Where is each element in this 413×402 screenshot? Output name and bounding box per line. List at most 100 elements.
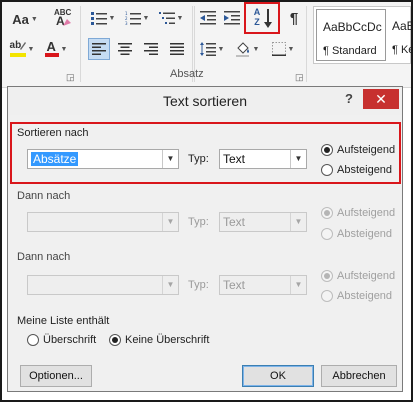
- radio-indicator: [321, 290, 333, 302]
- radio-label: Absteigend: [337, 290, 393, 302]
- paragraph-group-launcher[interactable]: ◲: [295, 72, 304, 83]
- chevron-down-icon: ▼: [287, 45, 295, 53]
- sort-by-descending-radio[interactable]: Absteigend: [321, 164, 392, 176]
- radio-label: Keine Überschrift: [125, 334, 210, 346]
- then-by-2-type-select[interactable]: Text ▼: [219, 275, 307, 295]
- radio-indicator: [321, 164, 333, 176]
- align-left-button[interactable]: [88, 38, 110, 60]
- then-by-label-1: Dann nach: [17, 190, 71, 202]
- chevron-down-icon: ▼: [162, 213, 178, 231]
- style-sample: AaBbCcDc: [323, 20, 382, 34]
- paragraph-group-label: Absatz: [170, 68, 204, 80]
- justify-button[interactable]: [166, 38, 188, 60]
- radio-label: Aufsteigend: [337, 144, 396, 156]
- highlighter-icon: ab: [9, 40, 26, 58]
- font-color-icon: A: [44, 39, 59, 58]
- then-by-2-field-select[interactable]: ▼: [27, 275, 179, 295]
- style-no-spacing[interactable]: AaB ¶ Ke: [388, 9, 412, 61]
- sort-button-highlight: [244, 2, 280, 34]
- numbering-button[interactable]: 1 2 3 ▼: [122, 8, 152, 28]
- options-button[interactable]: Optionen...: [20, 365, 92, 387]
- sort-by-type-select[interactable]: Text ▼: [219, 149, 307, 169]
- align-right-icon: [144, 43, 158, 55]
- decrease-indent-icon: [200, 11, 216, 25]
- then-by-1-type-value: Text: [223, 215, 246, 229]
- multilevel-list-icon: [158, 12, 175, 24]
- radio-label: Überschrift: [43, 334, 97, 346]
- ok-button[interactable]: OK: [242, 365, 314, 387]
- font-size-label: Aa: [12, 11, 29, 27]
- bullets-icon: [90, 12, 107, 25]
- chevron-down-icon: ▼: [162, 150, 178, 168]
- chevron-down-icon: ▼: [176, 14, 184, 22]
- sort-by-value: Absätze: [31, 152, 79, 166]
- shading-button[interactable]: ▼: [232, 38, 262, 60]
- font-color-button[interactable]: A ▼: [42, 38, 70, 60]
- chevron-down-icon: ▼: [27, 45, 35, 53]
- chevron-down-icon: ▼: [142, 14, 150, 22]
- chevron-down-icon: ▼: [290, 213, 306, 231]
- align-center-button[interactable]: [114, 38, 136, 60]
- then-by-2-ascending-radio[interactable]: Aufsteigend: [321, 270, 395, 282]
- chevron-down-icon: ▼: [252, 45, 260, 53]
- radio-indicator: [27, 334, 39, 346]
- chevron-down-icon: ▼: [217, 45, 225, 53]
- then-by-1-descending-radio[interactable]: Absteigend: [321, 228, 392, 240]
- align-left-icon: [92, 43, 106, 55]
- radio-indicator: [321, 207, 333, 219]
- show-formatting-marks-button[interactable]: ¶: [284, 8, 304, 28]
- sort-text-dialog: Text sortieren ? ✕ Sortieren nach Absätz…: [7, 86, 403, 392]
- no-header-row-radio[interactable]: Keine Überschrift: [109, 334, 209, 346]
- style-sample: AaB: [392, 19, 412, 33]
- radio-indicator: [109, 334, 121, 346]
- justify-icon: [170, 43, 184, 55]
- multilevel-list-button[interactable]: ▼: [156, 8, 186, 28]
- style-standard[interactable]: AaBbCcDc ¶ Standard: [316, 9, 386, 61]
- chevron-down-icon: ▼: [60, 45, 68, 53]
- then-by-1-field-select[interactable]: ▼: [27, 212, 179, 232]
- dialog-titlebar: Text sortieren ? ✕: [8, 87, 402, 115]
- chevron-down-icon: ▼: [162, 276, 178, 294]
- numbering-icon: 1 2 3: [125, 11, 141, 25]
- header-row-radio[interactable]: Überschrift: [27, 334, 96, 346]
- pilcrow-icon: ¶: [289, 9, 299, 27]
- style-name: ¶ Standard: [323, 45, 377, 57]
- sort-by-field-select[interactable]: Absätze ▼: [27, 149, 179, 169]
- then-by-1-type-select[interactable]: Text ▼: [219, 212, 307, 232]
- line-spacing-icon: [199, 42, 216, 56]
- list-contains-label: Meine Liste enthält: [17, 315, 110, 327]
- radio-label: Aufsteigend: [337, 270, 396, 282]
- then-by-2-type-value: Text: [223, 278, 246, 292]
- then-by-label-2: Dann nach: [17, 251, 71, 263]
- sort-by-type-value: Text: [223, 152, 246, 166]
- radio-indicator: [321, 228, 333, 240]
- cancel-button[interactable]: Abbrechen: [321, 365, 397, 387]
- radio-indicator: [321, 270, 333, 282]
- then-by-2-type-label: Typ:: [188, 279, 209, 291]
- chevron-down-icon: ▼: [30, 15, 38, 23]
- borders-button[interactable]: ▼: [268, 38, 298, 60]
- ribbon: Aa ▼ ABC A ▼ 1 2 3 ▼ ▼ A Z ¶ ab ▼ A ▼ ▼ …: [2, 2, 412, 88]
- close-button[interactable]: ✕: [363, 89, 399, 109]
- radio-label: Aufsteigend: [337, 207, 396, 219]
- increase-indent-button[interactable]: [222, 8, 242, 28]
- clear-formatting-button[interactable]: ABC A: [50, 6, 74, 30]
- line-spacing-button[interactable]: ▼: [198, 38, 226, 60]
- then-by-1-ascending-radio[interactable]: Aufsteigend: [321, 207, 395, 219]
- sort-by-ascending-radio[interactable]: Aufsteigend: [321, 144, 395, 156]
- highlight-color-button[interactable]: ab ▼: [6, 38, 38, 60]
- font-group-launcher[interactable]: ◲: [66, 72, 75, 83]
- help-button[interactable]: ?: [342, 91, 356, 109]
- sort-by-label: Sortieren nach: [17, 127, 89, 139]
- decrease-indent-button[interactable]: [198, 8, 218, 28]
- radio-label: Absteigend: [337, 164, 393, 176]
- svg-text:3: 3: [125, 21, 128, 25]
- font-size-button[interactable]: Aa ▼: [8, 8, 42, 30]
- styles-gallery: AaBbCcDc ¶ Standard AaB ¶ Ke: [313, 6, 412, 64]
- then-by-2-descending-radio[interactable]: Absteigend: [321, 290, 392, 302]
- style-name: ¶ Ke: [392, 44, 412, 56]
- align-right-button[interactable]: [140, 38, 162, 60]
- bullets-button[interactable]: ▼: [88, 8, 118, 28]
- radio-indicator: [321, 144, 333, 156]
- paint-bucket-icon: [235, 42, 249, 57]
